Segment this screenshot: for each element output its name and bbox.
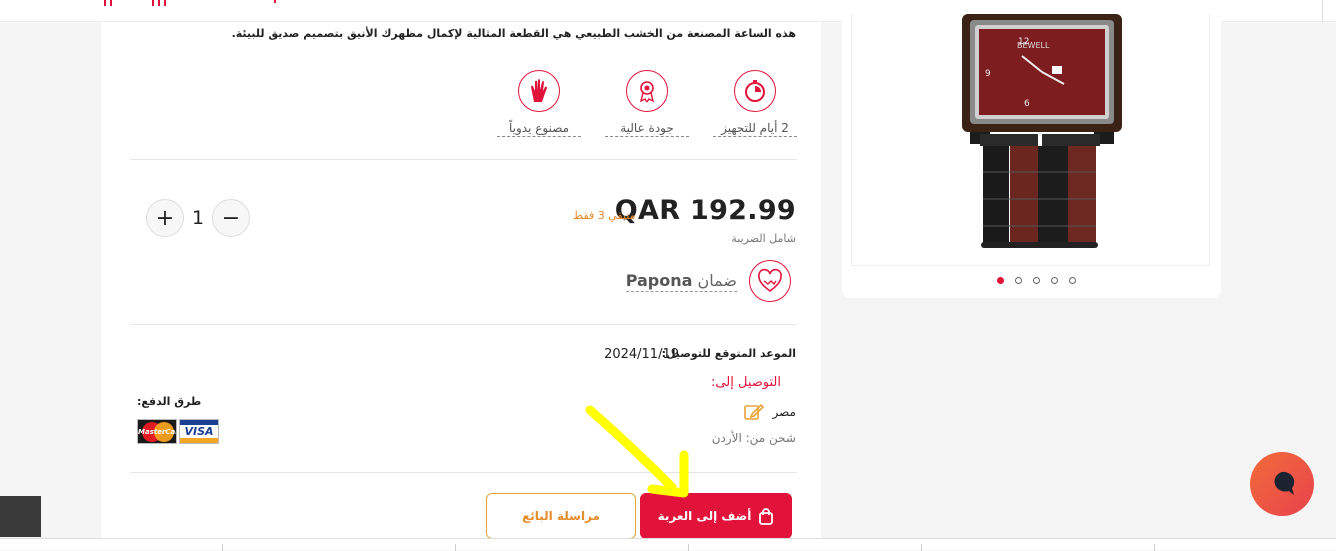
message-seller-button[interactable]: مراسلة البائع <box>486 493 636 539</box>
feature-label: مصنوع يدوياً <box>497 121 581 137</box>
warranty-brand: Papona <box>625 271 693 290</box>
gallery-dot[interactable] <box>1051 277 1058 284</box>
quantity-increase-button[interactable]: + <box>146 199 184 237</box>
product-gallery: BEWELL 12 6 9 <box>842 14 1221 298</box>
product-details-panel: هذه الساعة المصنعة من الخشب الطبيعي هي ا… <box>101 22 821 542</box>
feature-label: جودة عالية <box>605 121 689 137</box>
ship-from: شحن من: الأردن <box>711 431 796 445</box>
handshake-heart-icon <box>749 260 791 302</box>
delivery-country: مصر <box>772 405 796 419</box>
stopwatch-icon <box>734 70 776 112</box>
feature-handmade: مصنوع يدوياً <box>497 70 581 137</box>
gallery-dot[interactable] <box>1015 277 1022 284</box>
edit-address-icon[interactable] <box>743 402 765 422</box>
shopping-bag-icon <box>759 507 774 525</box>
quantity-stepper: + 1 − <box>146 199 250 237</box>
add-to-cart-label: أضف إلى العربة <box>657 509 752 523</box>
bottom-navigation-bar <box>0 538 1336 551</box>
svg-text:6: 6 <box>1024 99 1030 109</box>
feature-label: 2 أيام للتجهيز <box>713 121 797 137</box>
payment-cards: MasterCard VISA <box>137 419 219 444</box>
scroll-top-button[interactable] <box>0 496 41 537</box>
tax-note: شامل الضريبة <box>731 232 796 245</box>
divider <box>130 472 797 473</box>
gallery-dot[interactable] <box>1033 277 1040 284</box>
divider <box>130 159 797 160</box>
gallery-pagination <box>842 277 1221 284</box>
mastercard-logo: MasterCard <box>137 419 177 444</box>
gallery-dot[interactable] <box>997 277 1004 284</box>
visa-logo: VISA <box>179 419 219 444</box>
feature-quality: جودة عالية <box>605 70 689 137</box>
quantity-decrease-button[interactable]: − <box>212 199 250 237</box>
svg-text:9: 9 <box>985 69 991 79</box>
product-price: QAR 192.99 <box>614 195 796 226</box>
product-description: هذه الساعة المصنعة من الخشب الطبيعي هي ا… <box>231 27 796 40</box>
hand-icon <box>518 70 560 112</box>
product-image[interactable]: BEWELL 12 6 9 <box>851 14 1210 266</box>
add-to-cart-button[interactable]: أضف إلى العربة <box>640 493 792 539</box>
payment-methods-label: طرق الدفع: <box>137 395 202 408</box>
quantity-value: 1 <box>191 207 205 229</box>
svg-text:12: 12 <box>1018 37 1029 47</box>
header-edge <box>1322 0 1336 22</box>
warranty-prefix: ضمان <box>697 271 737 290</box>
delivery-eta-date: 2024/11/19 <box>604 347 679 362</box>
chat-bubble-icon <box>1274 471 1295 495</box>
warranty-link[interactable]: ضمان Papona <box>625 271 737 292</box>
gallery-dot[interactable] <box>1069 277 1076 284</box>
delivery-eta-label: الموعد المتوقع للتوصيل: <box>661 347 796 360</box>
logo-fragment[interactable] <box>104 0 284 6</box>
chat-widget-button[interactable] <box>1250 452 1314 516</box>
award-ribbon-icon <box>626 70 668 112</box>
stock-note: متبقي 3 فقط <box>573 209 636 222</box>
divider <box>130 324 797 325</box>
ship-to-label: التوصيل إلى: <box>711 375 781 390</box>
feature-preparation-time: 2 أيام للتجهيز <box>713 70 797 137</box>
